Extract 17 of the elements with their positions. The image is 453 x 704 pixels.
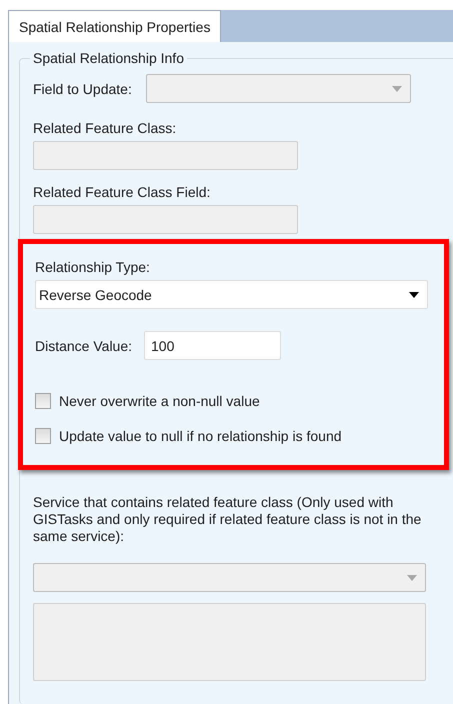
checkbox[interactable] [35, 393, 51, 409]
checkbox[interactable] [35, 428, 51, 444]
field-label: Related Feature Class: [33, 119, 178, 137]
dropdown[interactable]: Reverse Geocode [35, 280, 428, 309]
field-label: Distance Value: [35, 336, 132, 354]
field-label: Service that contains related feature class (Only used with GISTasks and only required if related feature class is not in the same service): [33, 494, 422, 545]
tab[interactable]: Spatial Relationship Properties [8, 10, 222, 42]
field-label: Relationship Type: [35, 258, 151, 276]
group-title: Spatial Relationship Info [30, 50, 187, 66]
field-label: Related Feature Class Field: [33, 183, 212, 201]
dropdown-arrow-icon [409, 292, 419, 298]
field-label: Field to Update: [33, 80, 132, 98]
dropdown-arrow-icon [407, 574, 417, 580]
dropdown-arrow-icon [392, 86, 402, 92]
text-field[interactable]: 100 [144, 331, 282, 360]
checkbox-label: Never overwrite a non-null value [59, 392, 260, 410]
checkbox-label: Update value to null if no relationship is found [59, 427, 342, 445]
